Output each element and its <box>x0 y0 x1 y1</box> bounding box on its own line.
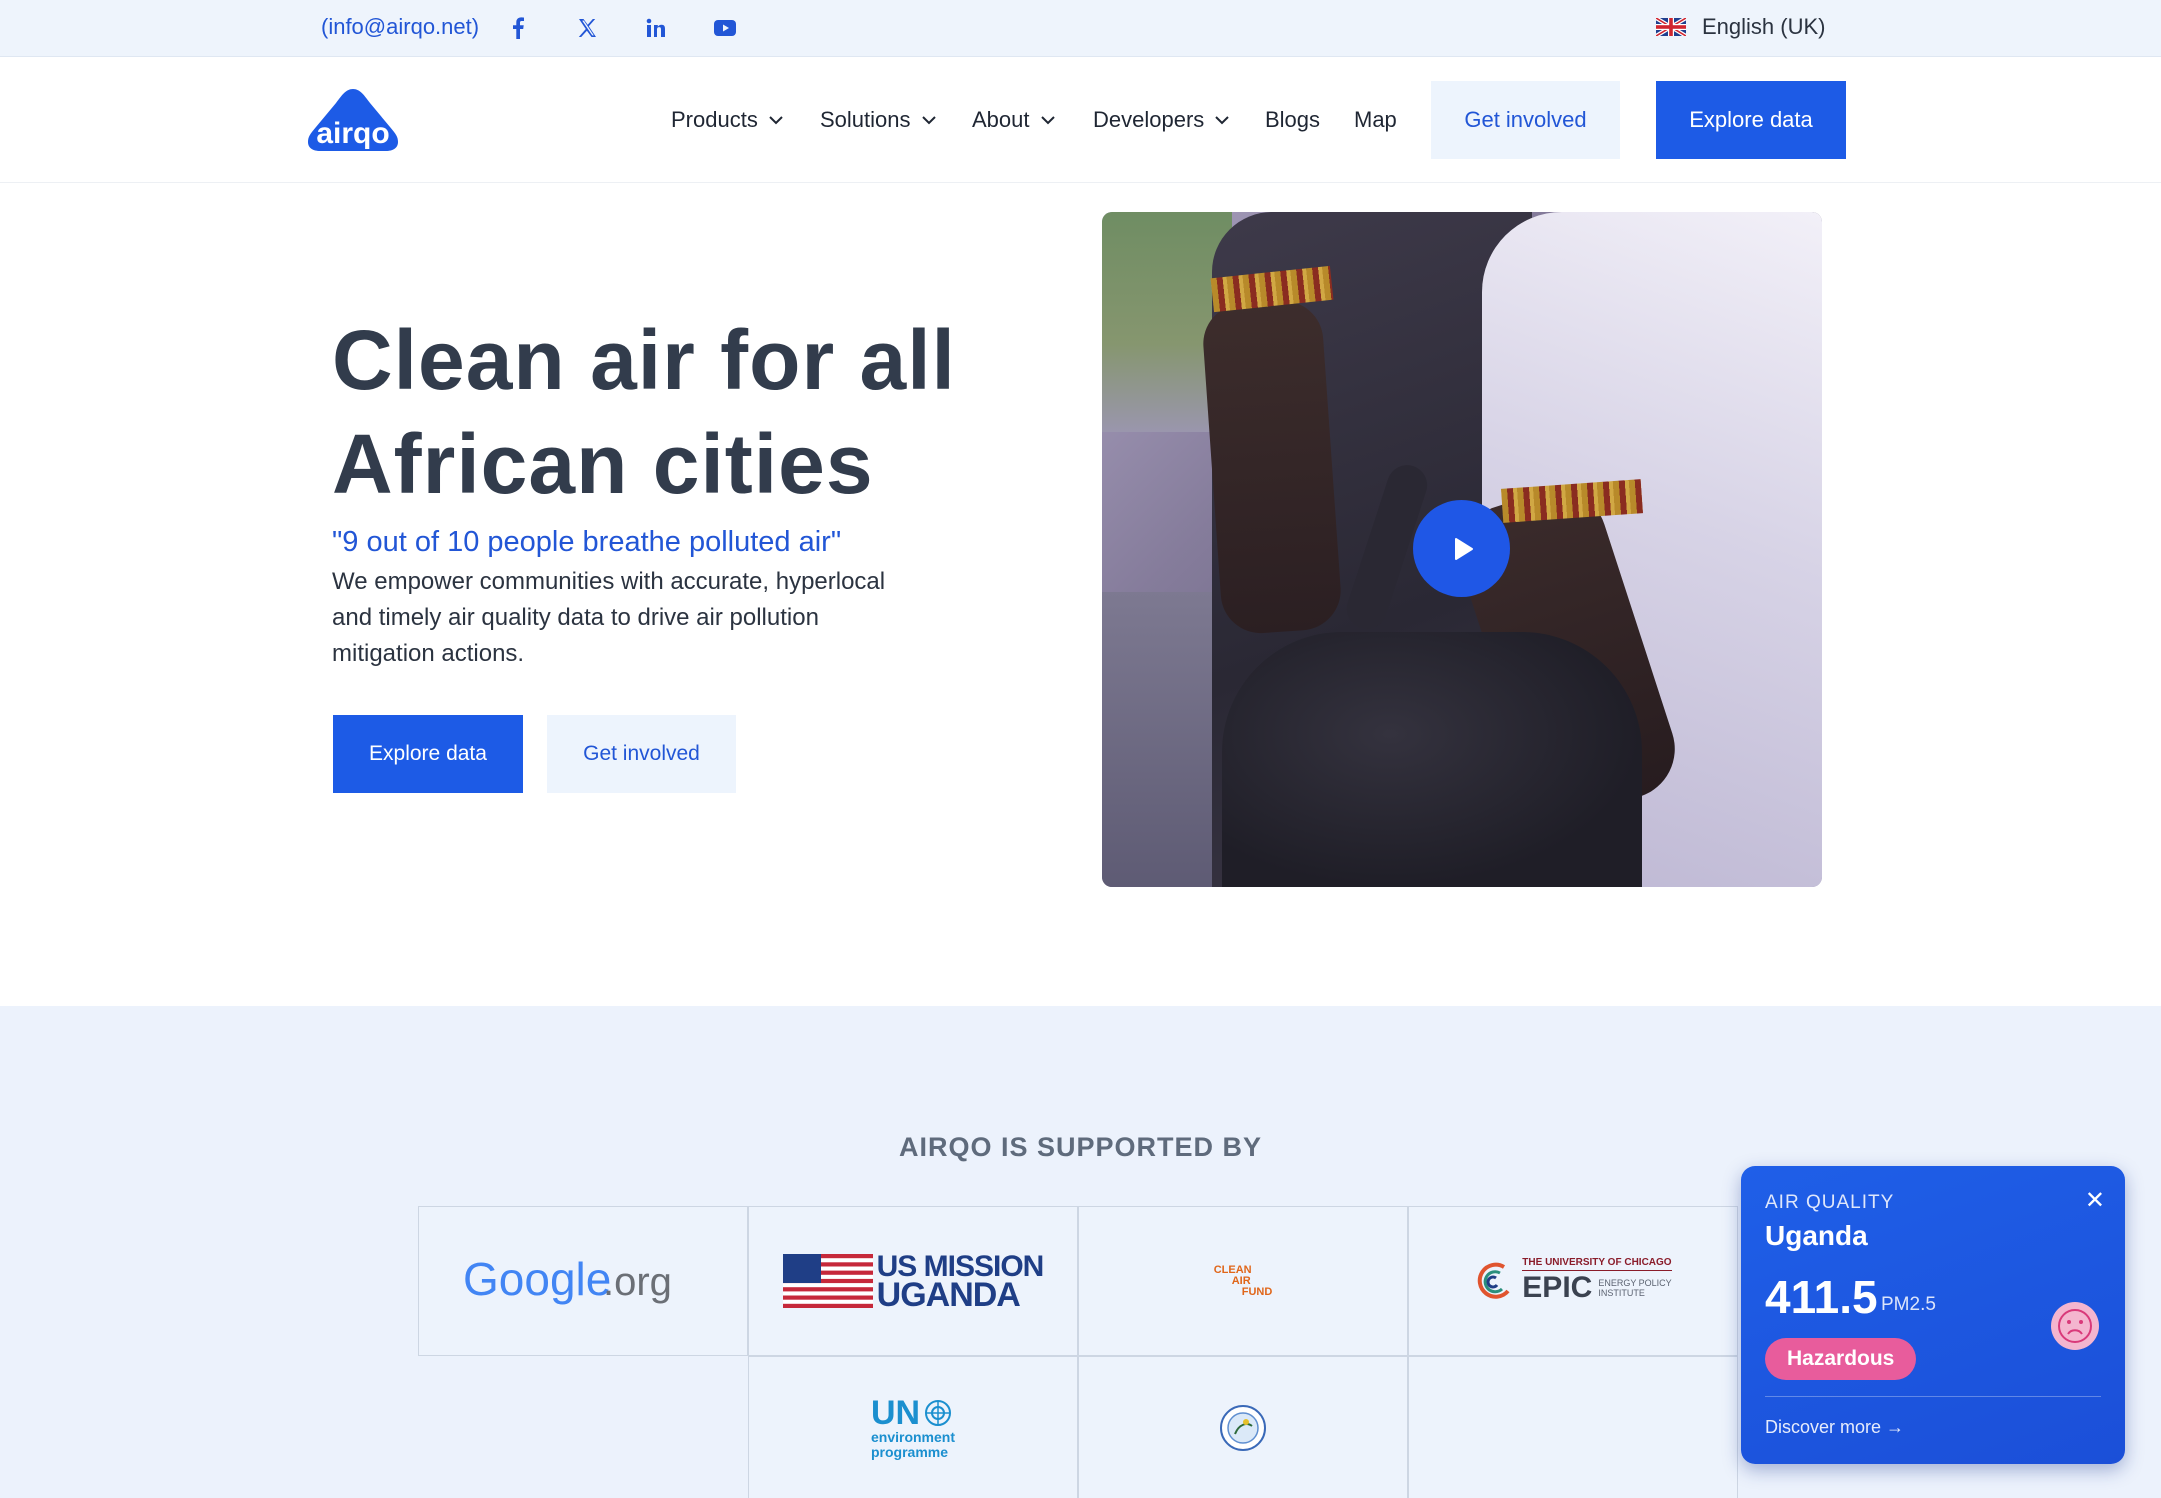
hero-title: Clean air for all African cities <box>332 308 1052 516</box>
hero-title-line-1: Clean air for all <box>332 313 956 407</box>
air-quality-country: Uganda <box>1765 1220 1868 1251</box>
youtube-icon[interactable] <box>710 13 740 43</box>
uganda-text: UGANDA <box>876 1276 1021 1314</box>
supporter-google-org: Google .org <box>418 1206 748 1356</box>
air-quality-widget: AIR QUALITY ✕ Uganda 411.5 PM2.5 Hazardo… <box>1741 1166 2125 1464</box>
epic-logo: THE UNIVERSITY OF CHICAGO EPIC ENERGY PO… <box>1474 1257 1672 1305</box>
nav-developers[interactable]: Developers <box>1093 107 1230 133</box>
google-org-suffix: .org <box>603 1260 672 1304</box>
chevron-down-icon <box>769 116 783 125</box>
main-header: airqo Products Solutions About Developer… <box>0 57 2161 183</box>
header-get-involved-button[interactable]: Get involved <box>1431 81 1620 159</box>
hero-quote: "9 out of 10 people breathe polluted air… <box>332 526 842 558</box>
chevron-down-icon <box>1040 116 1055 125</box>
supporter-epic: THE UNIVERSITY OF CHICAGO EPIC ENERGY PO… <box>1408 1206 1738 1356</box>
supporter-empty-cell <box>1408 1356 1738 1498</box>
nav-map-label: Map <box>1354 107 1397 132</box>
caf-text-1: CLEAN <box>1213 1263 1252 1276</box>
hero-title-line-2: African cities <box>332 417 874 511</box>
contact-email-link[interactable]: (info@airqo.net) <box>321 14 479 40</box>
logo-wordmark: airqo <box>316 117 389 150</box>
video-motorbike <box>1222 632 1642 887</box>
linkedin-icon[interactable] <box>641 13 671 43</box>
institution-seal-icon <box>1220 1404 1266 1451</box>
air-quality-value: 411.5 <box>1765 1271 1878 1323</box>
x-icon[interactable] <box>572 13 602 43</box>
unep-subtitle-1: environment <box>870 1428 955 1445</box>
clean-air-fund-logo: CLEAN AIR FUND <box>1213 1263 1273 1298</box>
nav-solutions[interactable]: Solutions <box>820 107 937 133</box>
nav-about-label: About <box>972 107 1030 132</box>
hero-get-involved-button[interactable]: Get involved <box>547 715 736 793</box>
video-arm <box>1200 298 1344 636</box>
nav-map[interactable]: Map <box>1354 107 1397 133</box>
supporter-un-environment: UN environment programme <box>748 1356 1078 1498</box>
epic-university-text: THE UNIVERSITY OF CHICAGO <box>1522 1257 1672 1271</box>
hero-video-thumbnail[interactable] <box>1102 212 1822 887</box>
epic-subtitle-2: INSTITUTE <box>1598 1288 1645 1298</box>
uk-flag-icon <box>1656 18 1686 36</box>
nav-blogs-label: Blogs <box>1265 107 1321 132</box>
airqo-logo[interactable]: airqo <box>306 87 400 153</box>
epic-subtitle-1: ENERGY POLICY <box>1598 1278 1672 1288</box>
sad-face-icon <box>2051 1302 2099 1350</box>
google-org-logo: Google .org <box>463 1253 672 1305</box>
nav-developers-label: Developers <box>1093 107 1205 132</box>
nav-products[interactable]: Products <box>671 107 784 133</box>
language-selector[interactable]: English (UK) <box>1656 14 1825 40</box>
chevron-down-icon <box>1215 116 1229 125</box>
language-label: English (UK) <box>1702 14 1826 39</box>
play-button[interactable] <box>1413 500 1510 597</box>
hero-description: We empower communities with accurate, hy… <box>332 568 886 667</box>
nav-blogs[interactable]: Blogs <box>1265 107 1320 133</box>
air-quality-label: AIR QUALITY <box>1765 1192 1895 1213</box>
close-icon[interactable]: ✕ <box>2085 1186 2105 1215</box>
caf-text-2: AIR <box>1231 1274 1251 1287</box>
hero-explore-data-button[interactable]: Explore data <box>333 715 523 793</box>
nav-about[interactable]: About <box>972 107 1056 133</box>
air-quality-unit: PM2.5 <box>1881 1294 1936 1315</box>
facebook-icon[interactable] <box>503 13 533 43</box>
air-quality-divider <box>1765 1396 2101 1397</box>
unep-logo: UN environment programme <box>871 1396 955 1460</box>
header-explore-data-button[interactable]: Explore data <box>1656 81 1846 159</box>
nav-products-label: Products <box>671 107 758 132</box>
supporter-us-mission-uganda: US MISSION UGANDA <box>748 1206 1078 1356</box>
un-wordmark: UN <box>870 1393 921 1432</box>
discover-more-link[interactable]: Discover more → <box>1765 1417 1904 1438</box>
supporters-title: AIRQO IS SUPPORTED BY <box>898 1132 1263 1162</box>
play-icon <box>1454 537 1473 560</box>
air-quality-status-badge: Hazardous <box>1765 1338 1917 1380</box>
us-flag-icon <box>782 1254 873 1308</box>
nav-solutions-label: Solutions <box>820 107 911 132</box>
unep-subtitle-2: programme <box>870 1443 949 1460</box>
supporter-seal <box>1078 1356 1408 1498</box>
us-mission-logo: US MISSION UGANDA <box>782 1252 1044 1314</box>
top-bar: (info@airqo.net) English (UK) <box>0 0 2161 57</box>
supporter-clean-air-fund: CLEAN AIR FUND <box>1078 1206 1408 1356</box>
caf-text-3: FUND <box>1241 1285 1273 1298</box>
un-emblem-icon <box>925 1399 952 1426</box>
google-wordmark: Google <box>463 1253 611 1305</box>
epic-swirl-icon <box>1478 1262 1510 1299</box>
chevron-down-icon <box>921 116 936 125</box>
epic-wordmark: EPIC <box>1522 1271 1593 1304</box>
